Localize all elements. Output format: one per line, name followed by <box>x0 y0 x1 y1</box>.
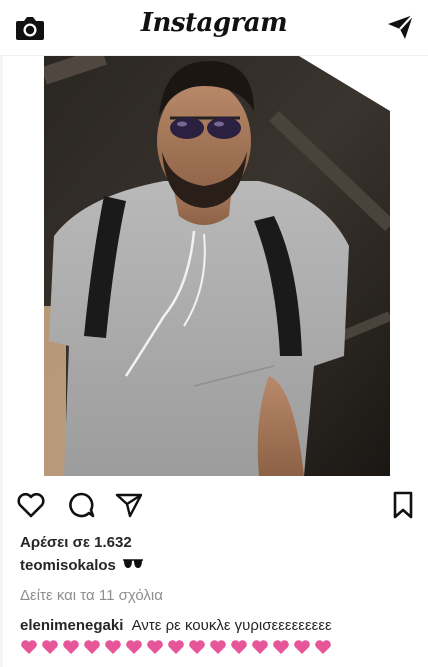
pink-heart-icon <box>20 639 38 655</box>
screen-edge <box>0 0 3 667</box>
likes-count[interactable]: Αρέσει σε 1.632 <box>20 534 132 551</box>
caption-username[interactable]: teomisokalos <box>20 557 116 574</box>
comment-username[interactable]: elenimenegaki <box>20 617 123 634</box>
app-logo: Instagram <box>140 8 288 38</box>
post-image[interactable] <box>44 56 390 476</box>
heart-icon[interactable] <box>16 490 46 520</box>
pink-heart-icon <box>251 639 269 655</box>
comment-row: elenimenegaki Αντε ρε κουκλε γυρισεεεεεε… <box>20 617 332 634</box>
post-caption: teomisokalos <box>20 557 144 574</box>
pink-heart-icon <box>293 639 311 655</box>
post-actions <box>0 484 428 524</box>
direct-send-icon[interactable] <box>386 12 416 42</box>
comment-text: Αντε ρε κουκλε γυρισεεεεεεεεε <box>131 617 332 634</box>
view-comments-link[interactable]: Δείτε και τα 11 σχόλια <box>20 587 163 604</box>
sunglasses-icon <box>122 557 144 574</box>
pink-heart-icon <box>125 639 143 655</box>
bookmark-icon[interactable] <box>388 490 418 520</box>
pink-heart-icon <box>167 639 185 655</box>
pink-heart-icon <box>314 639 332 655</box>
share-icon[interactable] <box>114 490 144 520</box>
pink-heart-icon <box>83 639 101 655</box>
pink-heart-icon <box>62 639 80 655</box>
pink-heart-icon <box>41 639 59 655</box>
comment-hearts <box>20 639 332 655</box>
top-bar: Instagram <box>0 0 428 56</box>
pink-heart-icon <box>104 639 122 655</box>
comment-icon[interactable] <box>66 490 96 520</box>
pink-heart-icon <box>230 639 248 655</box>
pink-heart-icon <box>272 639 290 655</box>
pink-heart-icon <box>146 639 164 655</box>
pink-heart-icon <box>209 639 227 655</box>
pink-heart-icon <box>188 639 206 655</box>
